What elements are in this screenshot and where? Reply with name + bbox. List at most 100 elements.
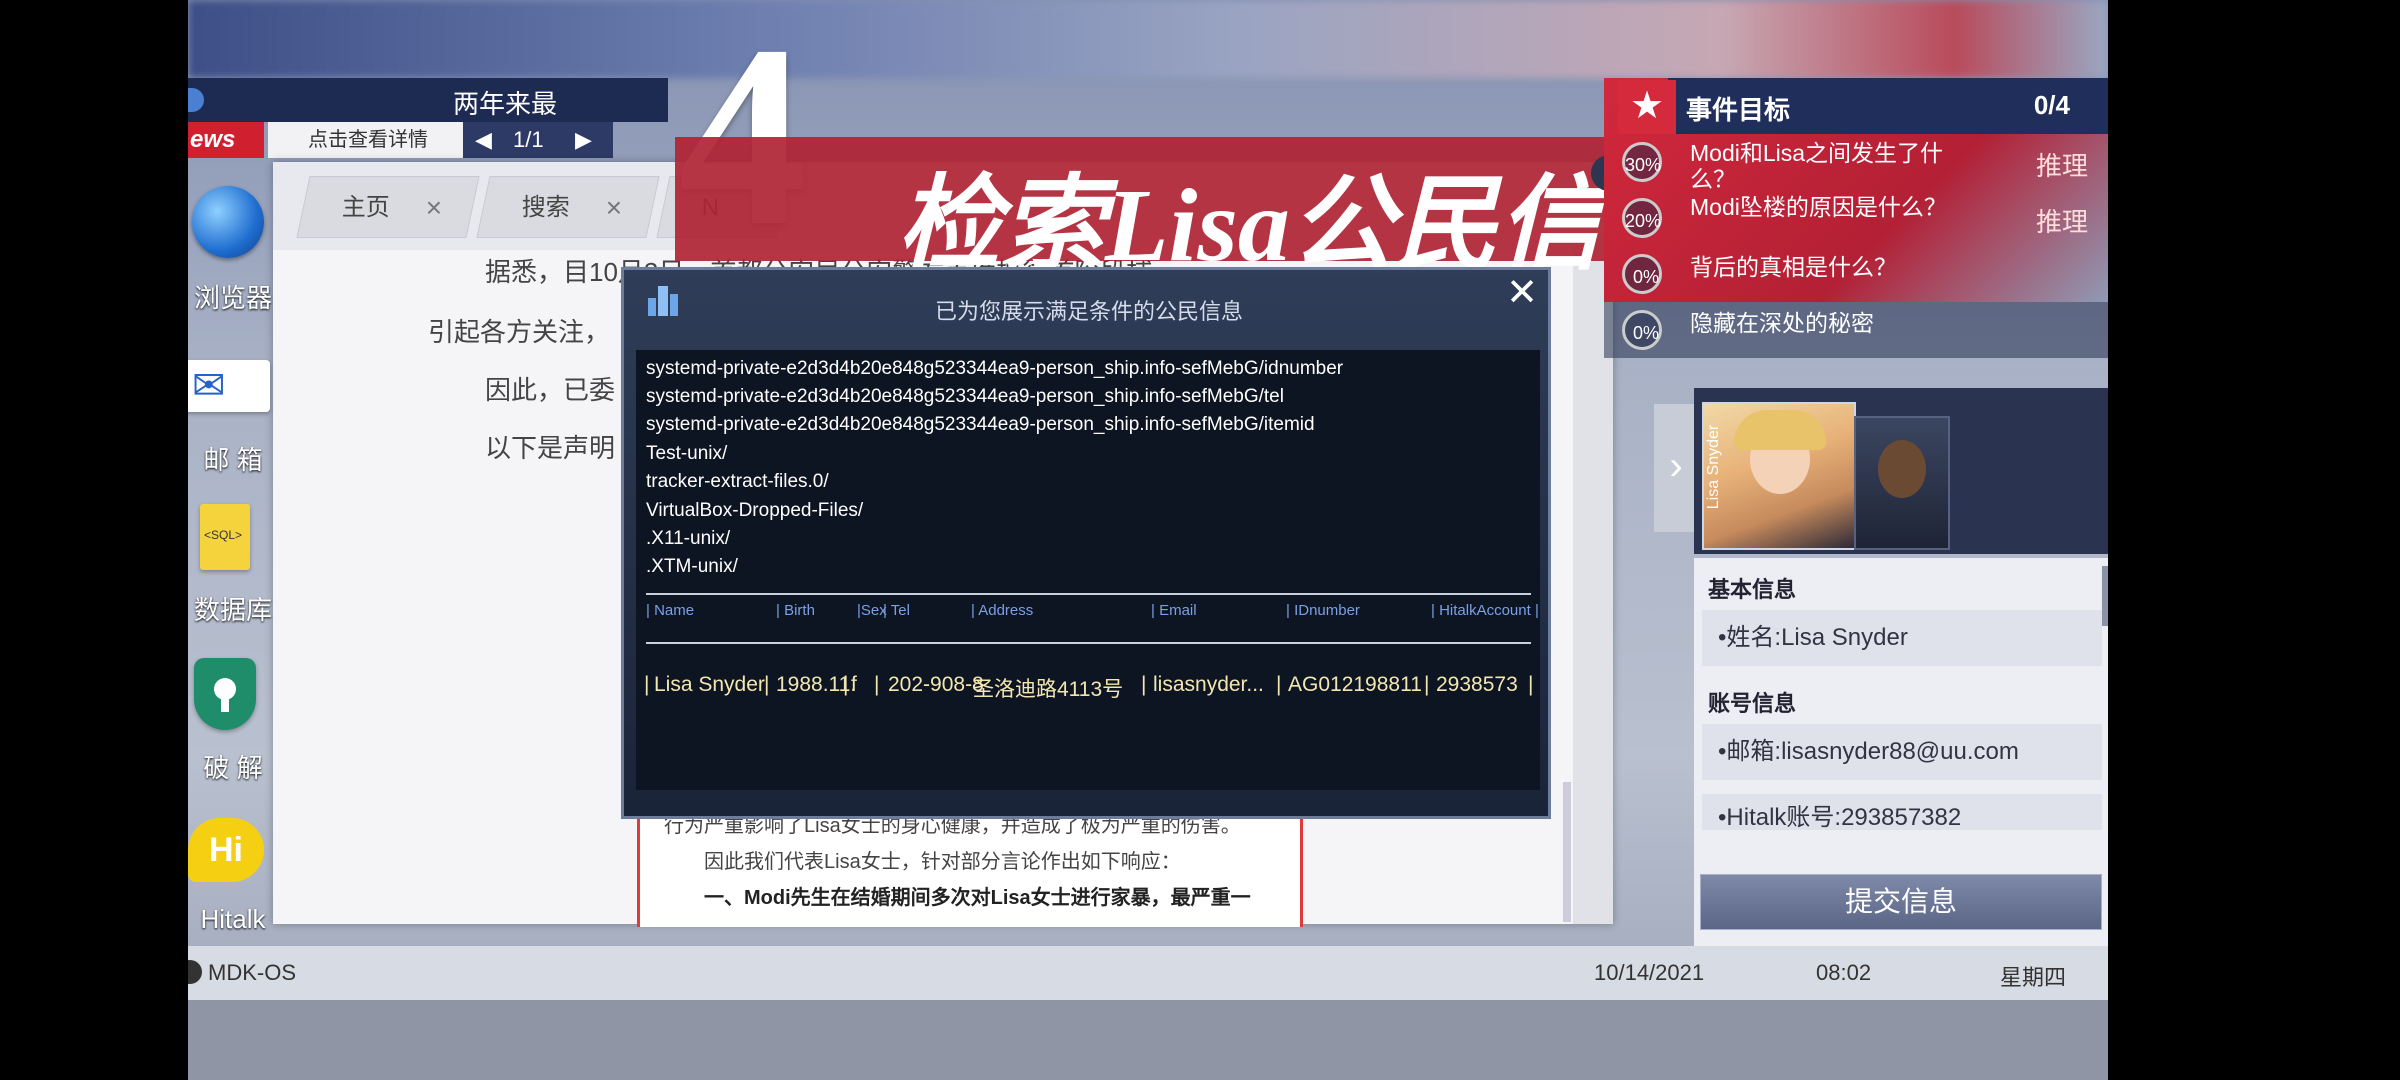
header-name: | Name: [646, 602, 695, 619]
bottom-letterbox: [188, 1000, 2108, 1080]
cell-separator: |: [1424, 673, 1430, 696]
goals-header: 事件目标 0/4: [1668, 78, 2108, 134]
mail-icon: ✉: [188, 360, 270, 412]
letter-line-4: 一、Modi先生在结婚期间多次对Lisa女士进行家暴，最严重一: [704, 887, 1251, 909]
header-tel: | Tel: [883, 602, 910, 619]
header-birth: | Birth: [776, 602, 815, 619]
taskbar: MDK-OS 10/14/2021 08:02 星期四: [188, 946, 2108, 1000]
tab-home[interactable]: 主页 ×: [296, 176, 480, 239]
goal-item[interactable]: 30% Modi和Lisa之间发生了什么？ 推理: [1604, 134, 2108, 192]
path-line: systemd-private-e2d3d4b20e848g523344ea9-…: [646, 386, 1284, 407]
goal-item[interactable]: 20% Modi坠楼的原因是什么？ 推理: [1604, 190, 2108, 246]
name-field[interactable]: •姓名:Lisa Snyder: [1702, 610, 2102, 666]
cell-idnumber: AG012198811: [1288, 673, 1422, 696]
desktop-label-crack: 破 解: [203, 753, 263, 783]
news-pager[interactable]: ◀ 1/1 ▶: [463, 122, 613, 158]
cell-sex: f: [851, 673, 857, 696]
article-line-2: 引起各方关注，: [428, 317, 611, 347]
tab-search[interactable]: 搜索 ×: [476, 176, 660, 239]
cell-hitalk: 2938573: [1436, 673, 1518, 696]
start-icon[interactable]: [188, 960, 202, 984]
desktop-label-database: 数据库: [193, 595, 272, 625]
event-panel: 事件目标 0/4 ★ 30% Modi和Lisa之间发生了什么？ 推理 20% …: [1604, 78, 2108, 950]
path-line: .X11-unix/: [646, 528, 731, 549]
game-stage: 两年来最 ews 点击查看详情 ◀ 1/1 ▶ 主页 × 搜索 × N 据悉，目…: [188, 0, 2108, 1080]
goal-text: 背后的真相是什么？: [1690, 254, 1897, 280]
tab-search-label: 搜索: [521, 194, 570, 221]
expand-panel-button[interactable]: ›: [1654, 404, 1698, 532]
infer-button[interactable]: 推理: [2036, 146, 2088, 183]
desktop-label-hitalk: Hitalk: [200, 904, 266, 934]
globe-icon: [192, 186, 264, 258]
cell-address: 圣洛迪路4113号: [973, 678, 1124, 701]
letter-line-3: 因此我们代表Lisa女士，针对部分言论作出如下响应：: [704, 851, 1181, 873]
goal-item[interactable]: 0% 背后的真相是什么？: [1604, 246, 2108, 302]
next-arrow-icon[interactable]: ▶: [575, 122, 592, 158]
infer-button[interactable]: 推理: [2036, 202, 2088, 239]
second-portrait[interactable]: [1854, 416, 1950, 550]
goals-title: 事件目标: [1686, 95, 1791, 125]
cell-tel: 202-908-8: [888, 673, 984, 696]
tab-search-close-icon[interactable]: ×: [605, 177, 621, 239]
email-field[interactable]: •邮箱:lisasnyder88@uu.com: [1702, 724, 2102, 780]
citizen-info-dialog: 已为您展示满足条件的公民信息 ✕ systemd-private-e2d3d4b…: [621, 267, 1551, 819]
desktop-label-mail: 邮 箱: [203, 445, 263, 475]
portrait-area: Lisa Snyder: [1694, 388, 2108, 554]
path-line: tracker-extract-files.0/: [646, 471, 829, 492]
dialog-close-icon[interactable]: ✕: [1504, 274, 1540, 312]
hitalk-icon: Hi: [188, 818, 264, 882]
goal-text: Modi坠楼的原因是什么？: [1690, 194, 1947, 220]
cell-separator: |: [874, 673, 880, 696]
goal-progress: 20%: [1622, 198, 1662, 238]
lisa-portrait[interactable]: [1702, 402, 1856, 550]
tab-home-close-icon[interactable]: ×: [425, 177, 441, 239]
goal-progress: 30%: [1622, 142, 1662, 182]
path-line: Test-unix/: [646, 443, 728, 464]
star-icon: ★: [1618, 80, 1676, 134]
cell-separator: |: [1141, 673, 1147, 696]
news-badge: ews: [188, 122, 264, 158]
taskbar-date: 10/14/2021: [1594, 960, 1705, 985]
news-page-count: 1/1: [513, 127, 544, 152]
account-info-title: 账号信息: [1708, 691, 1797, 716]
header-address: | Address: [971, 602, 1034, 619]
prev-arrow-icon[interactable]: ◀: [475, 122, 492, 158]
terminal-output: systemd-private-e2d3d4b20e848g523344ea9-…: [636, 350, 1540, 790]
hitalk-field[interactable]: •Hitalk账号:293857382: [1702, 794, 2102, 830]
sql-icon: <SQL>: [200, 504, 250, 570]
path-line: systemd-private-e2d3d4b20e848g523344ea9-…: [646, 414, 1315, 435]
news-ticker[interactable]: 两年来最 ews 点击查看详情 ◀ 1/1 ▶: [188, 78, 668, 158]
news-detail-button[interactable]: 点击查看详情: [268, 122, 468, 158]
article-line-3: 因此，已委: [485, 375, 616, 405]
goal-text: 隐藏在深处的秘密: [1690, 310, 1874, 336]
submit-button[interactable]: 提交信息: [1700, 874, 2102, 930]
goals-count: 0/4: [2033, 90, 2070, 120]
os-label: MDK-OS: [208, 960, 296, 985]
header-idnumber: | IDnumber: [1286, 602, 1360, 619]
top-blurred-background: [188, 0, 2108, 78]
goal-progress: 0%: [1622, 310, 1662, 350]
news-headline[interactable]: 两年来最: [453, 84, 557, 121]
cell-separator: |: [1276, 673, 1282, 696]
goal-item[interactable]: 0% 隐藏在深处的秘密: [1604, 302, 2108, 358]
path-line: systemd-private-e2d3d4b20e848g523344ea9-…: [646, 358, 1344, 379]
article-line-4: 以下是声明: [485, 433, 616, 463]
step-banner: 检索Lisa公民信息: [675, 137, 1706, 283]
basic-info-title: 基本信息: [1708, 577, 1797, 602]
shield-key-icon: [194, 658, 256, 730]
cell-separator: |: [843, 673, 849, 696]
goal-progress: 0%: [1622, 254, 1662, 294]
path-line: .XTM-unix/: [646, 556, 738, 577]
tab-home-label: 主页: [341, 194, 390, 221]
path-line: VirtualBox-Dropped-Files/: [646, 500, 864, 521]
goal-text: Modi和Lisa之间发生了什么？: [1690, 140, 1944, 192]
cell-separator: |: [1528, 673, 1534, 696]
lisa-portrait-label: Lisa Snyder: [1705, 424, 1722, 510]
dialog-title: 已为您展示满足条件的公民信息: [934, 299, 1243, 324]
table-header-border: [646, 642, 1531, 644]
taskbar-time: 08:02: [1816, 960, 1872, 985]
browser-scrollbar[interactable]: [1563, 782, 1571, 922]
news-globe-icon: [188, 88, 204, 112]
info-scrollbar[interactable]: [2102, 566, 2108, 626]
cell-name: Lisa Snyder: [654, 673, 765, 696]
